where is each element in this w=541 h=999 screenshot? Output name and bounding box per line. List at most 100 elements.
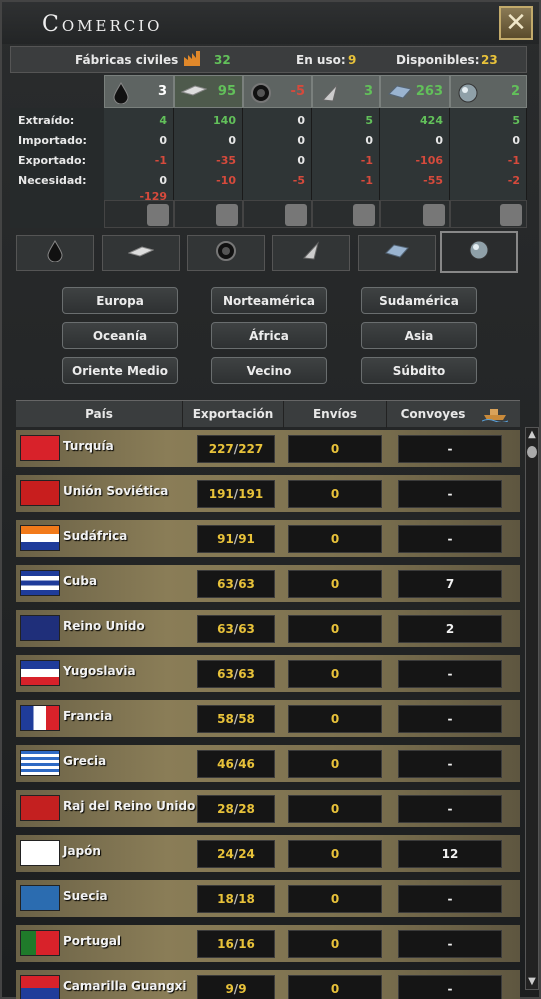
export-max: 16 [238, 937, 255, 951]
shipments-cell[interactable]: 0 [288, 480, 382, 508]
table-row[interactable]: Japón 24/24 0 12 [16, 835, 520, 872]
export-cell[interactable]: 191/191 [197, 480, 275, 508]
region-button[interactable]: Oceanía [62, 322, 178, 349]
shipments-cell[interactable]: 0 [288, 930, 382, 958]
shipments-cell[interactable]: 0 [288, 570, 382, 598]
shipments-cell[interactable]: 0 [288, 840, 382, 868]
table-row[interactable]: Cuba 63/63 0 7 [16, 565, 520, 602]
trade-settings-button[interactable] [450, 200, 527, 228]
civilian-factories-label: Fábricas civiles [75, 53, 179, 67]
trade-settings-button[interactable] [380, 200, 450, 228]
table-row[interactable]: Camarilla Guangxi 9/9 0- [16, 970, 520, 999]
country-name: Portugal [63, 934, 122, 948]
exported-value: -1 [360, 154, 373, 167]
export-cell[interactable]: 63/63 [197, 660, 275, 688]
header-shipments[interactable]: Envíos [284, 407, 386, 421]
resource-total: 2 [510, 84, 520, 99]
tab-steel[interactable] [358, 235, 436, 271]
shipments-cell[interactable]: 0 [288, 795, 382, 823]
close-button[interactable]: ✕ [499, 6, 533, 40]
scroll-up-icon[interactable]: ▲ [527, 429, 537, 441]
tab-oil[interactable] [16, 235, 94, 271]
resource-header-steel: 263 [380, 75, 450, 108]
tab-rubber[interactable] [187, 235, 265, 271]
trade-settings-button[interactable] [312, 200, 380, 228]
scroll-thumb[interactable] [527, 446, 537, 458]
shipments-cell[interactable]: 0 [288, 615, 382, 643]
resource-header-oil: 3 [104, 75, 174, 108]
header-convoys[interactable]: Convoyes [387, 407, 479, 421]
region-button[interactable]: Súbdito [361, 357, 477, 384]
shipments-cell[interactable]: 0 [288, 750, 382, 778]
export-max: 227 [238, 442, 264, 456]
resource-header-chromium: 2 [450, 75, 527, 108]
export-cell[interactable]: 46/46 [197, 750, 275, 778]
exported-value: -106 [415, 154, 443, 167]
tab-aluminium[interactable] [102, 235, 180, 271]
region-button[interactable]: Asia [361, 322, 477, 349]
convoy-ship-icon [481, 404, 509, 425]
region-button[interactable]: África [211, 322, 327, 349]
available-label: Disponibles: [396, 53, 480, 67]
export-cell[interactable]: 18/18 [197, 885, 275, 913]
export-max: 18 [238, 892, 255, 906]
export-cell[interactable]: 91/91 [197, 525, 275, 553]
titlebar: Comercio ✕ [2, 2, 539, 44]
export-max: 58 [238, 712, 255, 726]
table-row[interactable]: Grecia 46/46 0- [16, 745, 520, 782]
trade-settings-button[interactable] [104, 200, 174, 228]
shipments-cell[interactable]: 0 [288, 975, 382, 999]
export-used: 58 [217, 712, 234, 726]
shipments-cell[interactable]: 0 [288, 885, 382, 913]
table-row[interactable]: Turquía 227/227 0- [16, 430, 520, 467]
table-row[interactable]: Francia 58/58 0- [16, 700, 520, 737]
country-flag [20, 930, 60, 956]
export-cell[interactable]: 28/28 [197, 795, 275, 823]
table-row[interactable]: Raj del Reino Unido 28/28 0- [16, 790, 520, 827]
table-row[interactable]: Portugal 16/16 0- [16, 925, 520, 962]
trade-settings-button[interactable] [174, 200, 243, 228]
oil-icon [111, 81, 131, 108]
shipments-cell[interactable]: 0 [288, 705, 382, 733]
export-cell[interactable]: 63/63 [197, 615, 275, 643]
header-country[interactable]: País [16, 407, 182, 421]
extracted-value: 140 [213, 114, 236, 127]
export-max: 191 [238, 487, 264, 501]
table-header: País Exportación Envíos Convoyes [16, 400, 520, 428]
table-row[interactable]: Yugoslavia 63/63 0- [16, 655, 520, 692]
region-button[interactable]: Oriente Medio [62, 357, 178, 384]
convoys-cell: - [398, 750, 502, 778]
export-cell[interactable]: 63/63 [197, 570, 275, 598]
resource-header-aluminium: 95 [174, 75, 243, 108]
region-button[interactable]: Europa [62, 287, 178, 314]
shipments-cell[interactable]: 0 [288, 525, 382, 553]
table-row[interactable]: Unión Soviética 191/191 0- [16, 475, 520, 512]
need-value: -1 [360, 174, 373, 187]
resource-header-rubber: -5 [243, 75, 312, 108]
region-button[interactable]: Vecino [211, 357, 327, 384]
shipments-cell[interactable]: 0 [288, 660, 382, 688]
shipments-cell[interactable]: 0 [288, 435, 382, 463]
region-button[interactable]: Sudamérica [361, 287, 477, 314]
in-use-value: 9 [348, 53, 357, 67]
export-cell[interactable]: 58/58 [197, 705, 275, 733]
export-used: 91 [217, 532, 234, 546]
table-row[interactable]: Reino Unido 63/63 0 2 [16, 610, 520, 647]
export-cell[interactable]: 9/9 [197, 975, 275, 999]
tab-tungsten[interactable] [272, 235, 350, 271]
header-export[interactable]: Exportación [183, 407, 283, 421]
tab-chromium[interactable] [440, 231, 518, 273]
scroll-down-icon[interactable]: ▼ [527, 976, 537, 988]
export-cell[interactable]: 16/16 [197, 930, 275, 958]
civilian-factories-value: 32 [214, 53, 231, 67]
trade-gear-icon [216, 204, 238, 226]
export-cell[interactable]: 24/24 [197, 840, 275, 868]
table-row[interactable]: Sudáfrica 91/91 0- [16, 520, 520, 557]
table-row[interactable]: Suecia 18/18 0- [16, 880, 520, 917]
export-cell[interactable]: 227/227 [197, 435, 275, 463]
scrollbar[interactable]: ▲ ▼ [525, 427, 539, 990]
region-button[interactable]: Norteamérica [211, 287, 327, 314]
in-use-label: En uso: [296, 53, 346, 67]
trade-settings-button[interactable] [243, 200, 312, 228]
imported-value: 0 [297, 134, 305, 147]
